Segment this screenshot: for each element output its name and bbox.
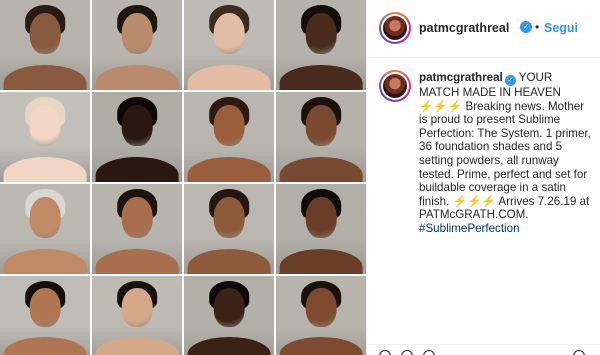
heart-icon[interactable] — [379, 350, 391, 355]
model-shoulders — [279, 248, 363, 274]
model-face — [213, 196, 245, 238]
verified-badge-icon: ✓ — [504, 75, 516, 86]
post-sidebar: patmcgrathreal ✓ • Segui patmcgrathreal ✓… — [366, 0, 600, 355]
share-icon[interactable] — [423, 350, 435, 355]
model-photo-tile — [184, 276, 274, 355]
model-shoulders — [187, 248, 271, 274]
model-face — [305, 104, 337, 146]
model-photo-tile — [276, 0, 366, 90]
model-shoulders — [187, 156, 271, 182]
model-photo-tile — [92, 0, 182, 90]
model-shoulders — [95, 156, 179, 182]
caption-avatar[interactable] — [379, 70, 411, 102]
model-photo-tile — [184, 184, 274, 274]
model-shoulders — [3, 337, 87, 355]
model-face — [305, 287, 337, 327]
model-photo-tile — [0, 0, 90, 90]
model-photo-tile — [0, 92, 90, 182]
model-face — [121, 12, 153, 54]
model-shoulders — [3, 248, 87, 274]
comment-icon[interactable] — [401, 350, 413, 355]
model-face — [213, 12, 245, 54]
model-photo-tile — [92, 184, 182, 274]
model-shoulders — [3, 64, 87, 90]
profile-avatar[interactable] — [379, 12, 411, 44]
post-header: patmcgrathreal ✓ • Segui — [367, 0, 600, 58]
model-shoulders — [187, 64, 271, 90]
bookmark-icon[interactable] — [573, 350, 585, 355]
model-face — [29, 104, 61, 146]
model-face — [29, 196, 61, 238]
model-photo-tile — [0, 184, 90, 274]
model-face — [305, 12, 337, 54]
model-photo-tile — [184, 0, 274, 90]
caption-hashtag-link[interactable]: #SublimePerfection — [419, 222, 520, 235]
caption-text: YOUR MATCH MADE IN HEAVEN ⚡⚡⚡ Breaking n… — [419, 71, 591, 208]
model-photo-tile — [276, 184, 366, 274]
model-shoulders — [95, 337, 179, 355]
model-face — [121, 287, 153, 327]
model-photo-tile — [184, 92, 274, 182]
model-face — [121, 104, 153, 146]
model-face — [29, 12, 61, 54]
model-photo-tile — [0, 276, 90, 355]
model-face — [29, 287, 61, 327]
verified-badge-icon: ✓ — [520, 21, 532, 33]
model-face — [121, 196, 153, 238]
model-photo-tile — [276, 92, 366, 182]
model-shoulders — [279, 156, 363, 182]
model-shoulders — [279, 337, 363, 355]
model-shoulders — [187, 337, 271, 355]
caption-url: PATMcGRATH.COM. — [419, 208, 529, 222]
model-shoulders — [279, 64, 363, 90]
post-image-model-grid[interactable] — [0, 0, 366, 355]
action-bar — [367, 344, 600, 355]
model-face — [213, 104, 245, 146]
caption-username[interactable]: patmcgrathreal — [419, 71, 503, 84]
model-photo-tile — [92, 276, 182, 355]
model-face — [305, 196, 337, 238]
header-separator: • — [535, 20, 540, 34]
follow-button[interactable]: Segui — [544, 21, 578, 35]
instagram-post: patmcgrathreal ✓ • Segui patmcgrathreal ✓… — [0, 0, 600, 355]
model-shoulders — [95, 64, 179, 90]
header-username[interactable]: patmcgrathreal — [419, 21, 509, 35]
post-caption: patmcgrathreal ✓ YOUR MATCH MADE IN HEAVEN… — [419, 71, 595, 236]
model-photo-tile — [276, 276, 366, 355]
model-face — [213, 287, 245, 327]
model-photo-tile — [92, 92, 182, 182]
model-shoulders — [95, 248, 179, 274]
model-shoulders — [3, 156, 87, 182]
